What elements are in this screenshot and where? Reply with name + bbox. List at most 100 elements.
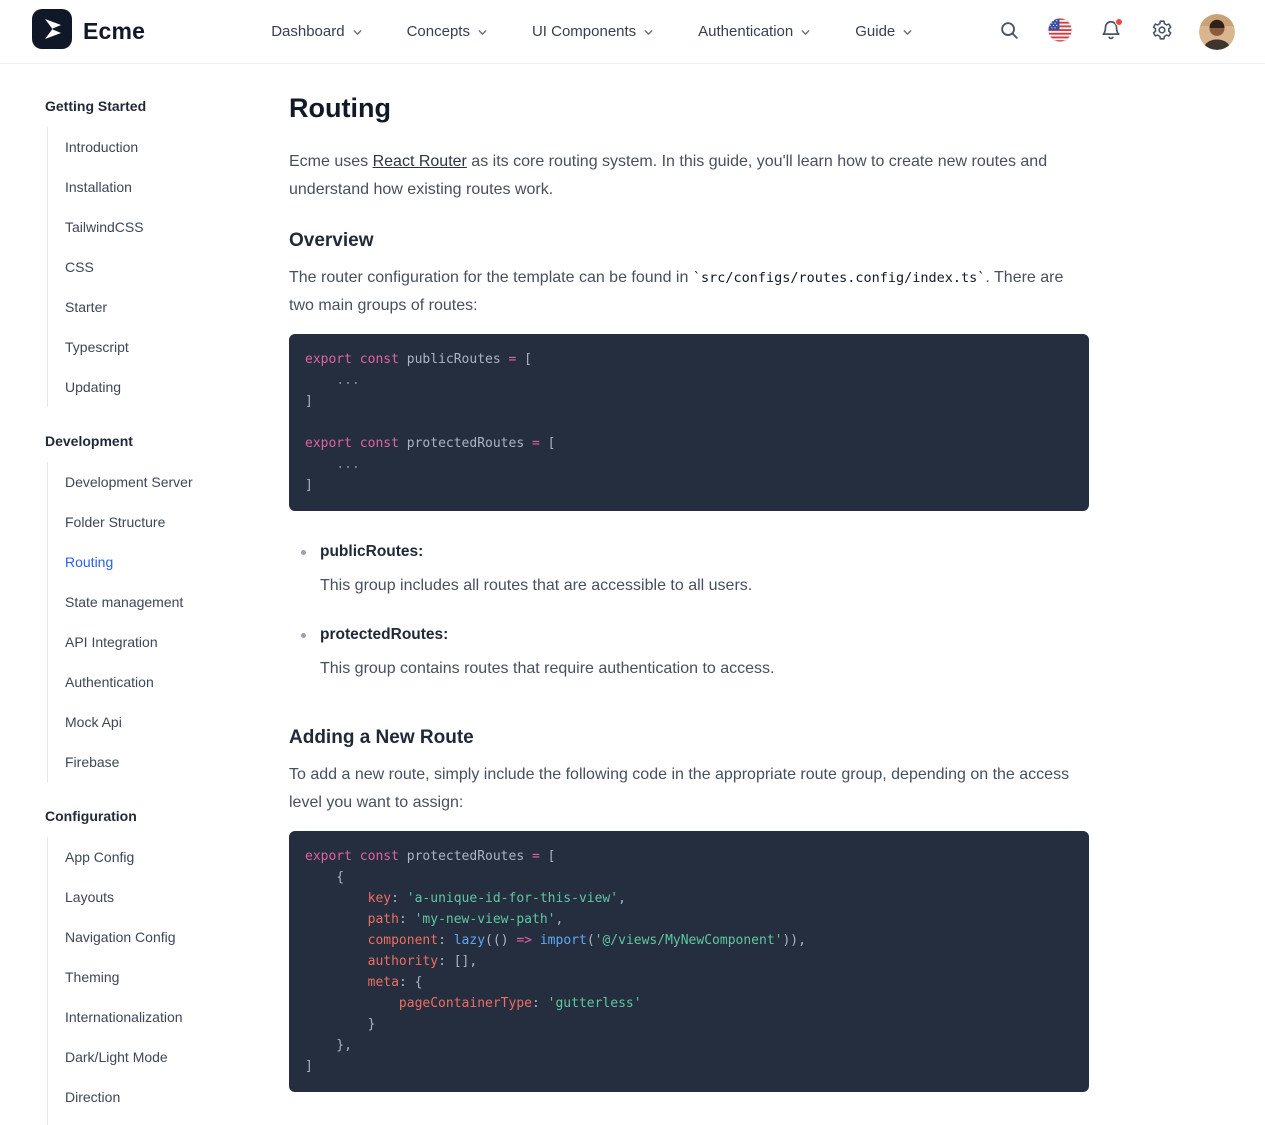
nav-item-guide[interactable]: Guide: [855, 23, 913, 40]
sidebar-item-app-config[interactable]: App Config: [48, 837, 244, 877]
code-line: path: 'my-new-view-path',: [305, 909, 1073, 930]
sidebar-item-overall-theme-config[interactable]: Overall Theme Config: [48, 1117, 244, 1125]
nav-item-label: Dashboard: [271, 23, 344, 40]
sidebar-item-navigation-config[interactable]: Navigation Config: [48, 917, 244, 957]
route-group-description: This group contains routes that require …: [320, 655, 774, 683]
sidebar-item-mock-api[interactable]: Mock Api: [48, 702, 244, 742]
brand-logo[interactable]: Ecme: [32, 9, 145, 54]
sidebar-item-api-integration[interactable]: API Integration: [48, 622, 244, 662]
route-group-description: This group includes all routes that are …: [320, 572, 752, 600]
code-line: key: 'a-unique-id-for-this-view',: [305, 888, 1073, 909]
chevron-down-icon: [800, 27, 811, 38]
nav-item-concepts[interactable]: Concepts: [407, 23, 488, 40]
sidebar-section-list: Development ServerFolder StructureRoutin…: [47, 462, 244, 782]
sidebar-item-css[interactable]: CSS: [48, 247, 244, 287]
sidebar-section-title-configuration: Configuration: [45, 808, 244, 825]
routes-config-path-code: `src/configs/routes.config/index.ts`: [693, 270, 986, 286]
code-line: },: [305, 1035, 1073, 1056]
code-block-route-groups: export const publicRoutes = [ ...] expor…: [289, 334, 1089, 511]
sidebar-item-development-server[interactable]: Development Server: [48, 462, 244, 502]
sidebar-item-typescript[interactable]: Typescript: [48, 327, 244, 367]
route-groups-list: publicRoutes: This group includes all rou…: [289, 541, 1089, 683]
code-line: ]: [305, 391, 1073, 412]
code-line: ]: [305, 475, 1073, 496]
sidebar-item-installation[interactable]: Installation: [48, 167, 244, 207]
page-body: Getting StartedIntroductionInstallationT…: [0, 64, 1265, 1125]
nav-item-label: UI Components: [532, 23, 636, 40]
sidebar-item-direction[interactable]: Direction: [48, 1077, 244, 1117]
settings-button[interactable]: [1148, 18, 1176, 46]
sidebar: Getting StartedIntroductionInstallationT…: [0, 64, 244, 1125]
bullet-icon: [301, 633, 306, 638]
sidebar-item-state-management[interactable]: State management: [48, 582, 244, 622]
main-nav: Dashboard Concepts UI Components Authentica…: [271, 23, 913, 40]
avatar[interactable]: [1199, 14, 1235, 50]
sidebar-item-tailwindcss[interactable]: TailwindCSS: [48, 207, 244, 247]
sidebar-section-title-development: Development: [45, 433, 244, 450]
search-icon: [998, 19, 1020, 44]
sidebar-item-layouts[interactable]: Layouts: [48, 877, 244, 917]
code-line: export const protectedRoutes = [: [305, 433, 1073, 454]
bullet-icon: [301, 550, 306, 555]
top-navbar: Ecme Dashboard Concepts UI Components Authe…: [0, 0, 1265, 64]
nav-item-dashboard[interactable]: Dashboard: [271, 23, 362, 40]
page-title: Routing: [289, 90, 1265, 126]
gear-icon: [1151, 19, 1173, 44]
nav-item-label: Guide: [855, 23, 895, 40]
code-line: component: lazy(() => import('@/views/My…: [305, 930, 1073, 951]
code-line: ]: [305, 1056, 1073, 1077]
sidebar-item-dark-light-mode[interactable]: Dark/Light Mode: [48, 1037, 244, 1077]
sidebar-item-introduction[interactable]: Introduction: [48, 127, 244, 167]
sidebar-item-authentication[interactable]: Authentication: [48, 662, 244, 702]
sidebar-item-firebase[interactable]: Firebase: [48, 742, 244, 782]
route-group-item: publicRoutes: This group includes all rou…: [289, 541, 1089, 600]
code-line: ...: [305, 454, 1073, 475]
sidebar-section-title-getting-started: Getting Started: [45, 98, 244, 115]
overview-paragraph: The router configuration for the templat…: [289, 264, 1089, 320]
nav-item-label: Concepts: [407, 23, 470, 40]
code-line: authority: [],: [305, 951, 1073, 972]
language-flag-button[interactable]: [1046, 18, 1074, 46]
code-line: [305, 412, 1073, 433]
sidebar-section-list: App ConfigLayoutsNavigation ConfigThemin…: [47, 837, 244, 1125]
route-group-term: protectedRoutes:: [320, 624, 774, 646]
chevron-down-icon: [902, 27, 913, 38]
usa-flag-icon: [1047, 17, 1073, 46]
chevron-down-icon: [643, 27, 654, 38]
main-content: Routing Ecme uses React Router as its co…: [244, 64, 1265, 1125]
sidebar-item-theming[interactable]: Theming: [48, 957, 244, 997]
chevron-down-icon: [352, 27, 363, 38]
route-group-term: publicRoutes:: [320, 541, 752, 563]
intro-paragraph: Ecme uses React Router as its core routi…: [289, 148, 1089, 204]
code-line: ...: [305, 370, 1073, 391]
header-actions: [995, 14, 1235, 50]
sidebar-item-routing[interactable]: Routing: [48, 542, 244, 582]
sidebar-item-folder-structure[interactable]: Folder Structure: [48, 502, 244, 542]
brand-name: Ecme: [83, 18, 145, 45]
adding-route-paragraph: To add a new route, simply include the f…: [289, 761, 1089, 817]
adding-route-heading: Adding a New Route: [289, 725, 1265, 751]
code-line: pageContainerType: 'gutterless': [305, 993, 1073, 1014]
code-line: export const publicRoutes = [: [305, 349, 1073, 370]
nav-item-label: Authentication: [698, 23, 793, 40]
notifications-button[interactable]: [1097, 18, 1125, 46]
overview-heading: Overview: [289, 228, 1265, 254]
code-line: meta: {: [305, 972, 1073, 993]
chevron-down-icon: [477, 27, 488, 38]
search-button[interactable]: [995, 18, 1023, 46]
sidebar-item-internationalization[interactable]: Internationalization: [48, 997, 244, 1037]
code-line: }: [305, 1014, 1073, 1035]
react-router-link[interactable]: React Router: [373, 153, 467, 170]
intro-text-pre: Ecme uses: [289, 153, 373, 170]
nav-item-authentication[interactable]: Authentication: [698, 23, 811, 40]
sidebar-item-updating[interactable]: Updating: [48, 367, 244, 407]
sidebar-item-starter[interactable]: Starter: [48, 287, 244, 327]
code-line: {: [305, 867, 1073, 888]
sidebar-section-list: IntroductionInstallationTailwindCSSCSSSt…: [47, 127, 244, 407]
notification-dot: [1115, 18, 1123, 26]
code-block-add-route: export const protectedRoutes = [ { key: …: [289, 831, 1089, 1092]
overview-text-pre: The router configuration for the templat…: [289, 269, 693, 286]
brand-logo-icon: [32, 9, 72, 54]
nav-item-ui-components[interactable]: UI Components: [532, 23, 654, 40]
code-line: export const protectedRoutes = [: [305, 846, 1073, 867]
